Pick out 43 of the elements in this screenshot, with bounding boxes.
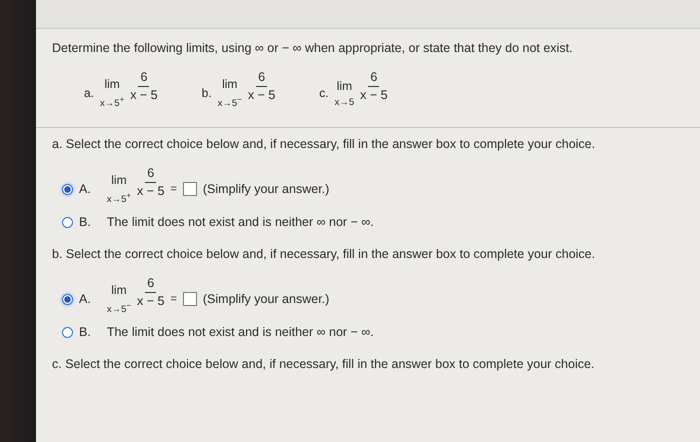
- problem-label: b.: [202, 86, 212, 100]
- choice-letter: B.: [79, 325, 91, 340]
- instructions-text: Determine the following limits, using ∞ or − ∞ when appropriate, or state that they do not exist.: [52, 41, 574, 55]
- limit-subscript: x→5$^{+}$: [106, 191, 131, 206]
- choice-text: The limit does not exist and is neither ∞ nor − ∞.: [106, 215, 374, 230]
- equals-sign: =: [170, 293, 177, 306]
- limit-subscript: x→5: [334, 96, 354, 108]
- radio-button[interactable]: [62, 216, 73, 228]
- radio-button[interactable]: [62, 326, 73, 338]
- answer-box[interactable]: [182, 182, 197, 196]
- lim-label: lim: [104, 76, 120, 91]
- lim-label: lim: [111, 173, 127, 187]
- answer-box[interactable]: [182, 292, 197, 306]
- radio-button[interactable]: [62, 184, 73, 195]
- choice-letter: A.: [79, 182, 91, 196]
- limit-subscript: x→5$^{−}$: [218, 94, 242, 110]
- part-prompt: b. Select the correct choice below and, if necessary, fill in the answer box to complete your choice.: [52, 247, 596, 262]
- fraction-numerator: 6: [256, 70, 268, 87]
- fraction-numerator: 6: [145, 166, 156, 184]
- limit-subscript: x→5$^{+}$: [100, 94, 124, 110]
- part-prompt: a. Select the correct choice below and, if necessary, fill in the answer box to complete your choice.: [52, 137, 596, 151]
- problem-label: c.: [319, 86, 329, 100]
- fraction-numerator: 6: [145, 276, 156, 294]
- fraction-denominator: x − 5: [136, 183, 164, 198]
- fraction-numerator: 6: [368, 70, 380, 87]
- choice-letter: A.: [79, 292, 91, 306]
- choice-letter: B.: [79, 215, 91, 230]
- fraction-denominator: x − 5: [136, 293, 164, 308]
- part-prompt: c. Select the correct choice below and, if necessary, fill in the answer box to complete your choice.: [52, 357, 596, 372]
- problem-label: a.: [84, 86, 94, 100]
- fraction-denominator: x − 5: [130, 87, 158, 102]
- lim-label: lim: [222, 76, 238, 91]
- equals-sign: =: [170, 183, 177, 196]
- lim-label: lim: [111, 283, 127, 298]
- hint-text: (Simplify your answer.): [202, 182, 330, 196]
- fraction-numerator: 6: [138, 70, 150, 87]
- limit-subscript: x→5$^{−}$: [106, 301, 131, 316]
- fraction-denominator: x − 5: [360, 87, 388, 102]
- lim-label: lim: [336, 78, 352, 92]
- fraction-denominator: x − 5: [248, 87, 276, 102]
- hint-text: (Simplify your answer.): [202, 292, 330, 306]
- choice-text: The limit does not exist and is neither ∞ nor − ∞.: [106, 325, 374, 340]
- radio-button[interactable]: [62, 294, 73, 305]
